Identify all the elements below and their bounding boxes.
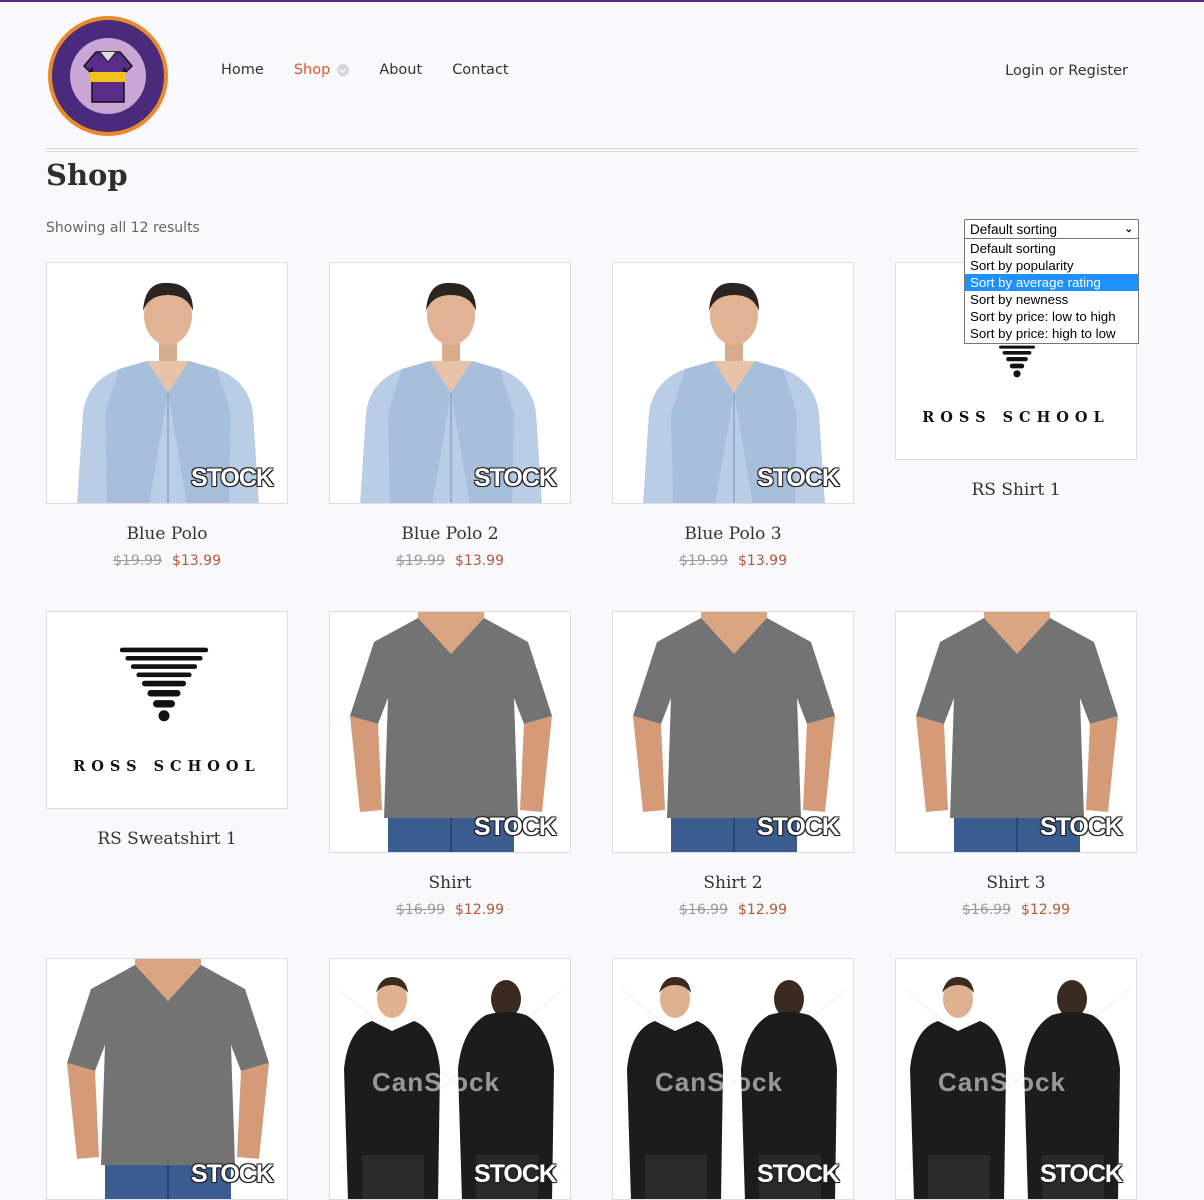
product-image[interactable]: CanStock STOCK: [895, 958, 1137, 1200]
product-price: $16.99 $12.99: [895, 902, 1137, 918]
stock-label: STOCK: [473, 1160, 557, 1188]
result-count: Showing all 12 results: [46, 220, 200, 236]
ross-school-text: ROSS SCHOOL: [73, 758, 261, 775]
sort-option-popularity[interactable]: Sort by popularity: [965, 257, 1138, 274]
login-register-link[interactable]: Login or Register: [1005, 63, 1128, 79]
product-name[interactable]: RS Shirt 1: [895, 480, 1137, 500]
old-price: $16.99: [396, 902, 445, 918]
stock-label: STOCK: [190, 1160, 274, 1188]
main-nav: Home Shop About Contact: [221, 62, 539, 78]
product-name[interactable]: Shirt 3: [895, 873, 1137, 893]
product-image[interactable]: STOCK: [329, 262, 571, 504]
stock-label: STOCK: [756, 1160, 840, 1188]
watermark: CanStock: [938, 1067, 1066, 1097]
sale-price: $12.99: [1021, 902, 1070, 918]
ross-school-text: ROSS SCHOOL: [922, 409, 1110, 426]
ross-school-logo: [114, 644, 214, 736]
old-price: $19.99: [679, 553, 728, 569]
sale-price: $13.99: [738, 553, 787, 569]
old-price: $16.99: [962, 902, 1011, 918]
sale-price: $13.99: [172, 553, 221, 569]
chevron-down-icon: [337, 64, 350, 76]
product-card[interactable]: CanStock STOCK: [612, 958, 854, 1200]
sort-option-default[interactable]: Default sorting: [965, 240, 1138, 257]
watermark: CanStock: [655, 1067, 783, 1097]
old-price: $19.99: [396, 553, 445, 569]
product-image[interactable]: CanStock STOCK: [329, 958, 571, 1200]
sort-option-newness[interactable]: Sort by newness: [965, 291, 1138, 308]
product-card[interactable]: CanStock STOCK: [329, 958, 571, 1200]
product-image[interactable]: STOCK: [329, 611, 571, 853]
product-card[interactable]: STOCK Shirt $16.99 $12.99: [329, 611, 571, 918]
sale-price: $13.99: [455, 553, 504, 569]
nav-about[interactable]: About: [379, 62, 422, 78]
product-price: $19.99 $13.99: [46, 553, 288, 569]
stock-label: STOCK: [1039, 813, 1123, 841]
old-price: $16.99: [679, 902, 728, 918]
sale-price: $12.99: [455, 902, 504, 918]
sort-option-price-desc[interactable]: Sort by price: high to low: [965, 325, 1138, 342]
product-image[interactable]: STOCK: [46, 262, 288, 504]
old-price: $19.99: [113, 553, 162, 569]
product-card[interactable]: STOCK Blue Polo $19.99 $13.99: [46, 262, 288, 569]
stock-label: STOCK: [473, 813, 557, 841]
product-price: $16.99 $12.99: [612, 902, 854, 918]
watermark: CanStock: [372, 1067, 500, 1097]
sort-selected-value: Default sorting: [970, 221, 1058, 237]
sale-price: $12.99: [738, 902, 787, 918]
page-title: Shop: [46, 158, 128, 192]
product-name[interactable]: Blue Polo 2: [329, 524, 571, 544]
sort-options-list: Default sorting Sort by popularity Sort …: [964, 238, 1139, 344]
product-name[interactable]: RS Sweatshirt 1: [46, 829, 288, 849]
header-divider: [46, 148, 1138, 152]
product-price: $19.99 $13.99: [329, 553, 571, 569]
product-card[interactable]: ROSS SCHOOL RS Sweatshirt 1: [46, 611, 288, 849]
site-logo[interactable]: [46, 14, 170, 138]
product-card[interactable]: CanStock STOCK: [895, 958, 1137, 1200]
product-card[interactable]: STOCK Blue Polo 2 $19.99 $13.99: [329, 262, 571, 569]
product-image[interactable]: STOCK: [612, 611, 854, 853]
product-card[interactable]: STOCK Shirt 2 $16.99 $12.99: [612, 611, 854, 918]
chevron-down-icon: ⌄: [1124, 223, 1133, 235]
nav-shop-label: Shop: [293, 62, 331, 78]
product-price: $19.99 $13.99: [612, 553, 854, 569]
nav-contact[interactable]: Contact: [452, 62, 508, 78]
stock-label: STOCK: [756, 464, 840, 492]
product-card[interactable]: STOCK: [46, 958, 288, 1200]
stock-label: STOCK: [473, 464, 557, 492]
sort-select[interactable]: Default sorting ⌄: [964, 219, 1139, 239]
sort-option-rating[interactable]: Sort by average rating: [965, 274, 1138, 291]
product-image[interactable]: ROSS SCHOOL: [46, 611, 288, 809]
product-card[interactable]: STOCK Shirt 3 $16.99 $12.99: [895, 611, 1137, 918]
sort-option-price-asc[interactable]: Sort by price: low to high: [965, 308, 1138, 325]
product-name[interactable]: Shirt: [329, 873, 571, 893]
product-image[interactable]: STOCK: [895, 611, 1137, 853]
product-image[interactable]: CanStock STOCK: [612, 958, 854, 1200]
nav-shop[interactable]: Shop: [293, 62, 350, 78]
product-price: $16.99 $12.99: [329, 902, 571, 918]
stock-label: STOCK: [756, 813, 840, 841]
stock-label: STOCK: [190, 464, 274, 492]
nav-home[interactable]: Home: [221, 62, 264, 78]
product-card[interactable]: STOCK Blue Polo 3 $19.99 $13.99: [612, 262, 854, 569]
product-name[interactable]: Blue Polo 3: [612, 524, 854, 544]
stock-label: STOCK: [1039, 1160, 1123, 1188]
product-image[interactable]: STOCK: [46, 958, 288, 1200]
product-name[interactable]: Blue Polo: [46, 524, 288, 544]
product-name[interactable]: Shirt 2: [612, 873, 854, 893]
product-image[interactable]: STOCK: [612, 262, 854, 504]
